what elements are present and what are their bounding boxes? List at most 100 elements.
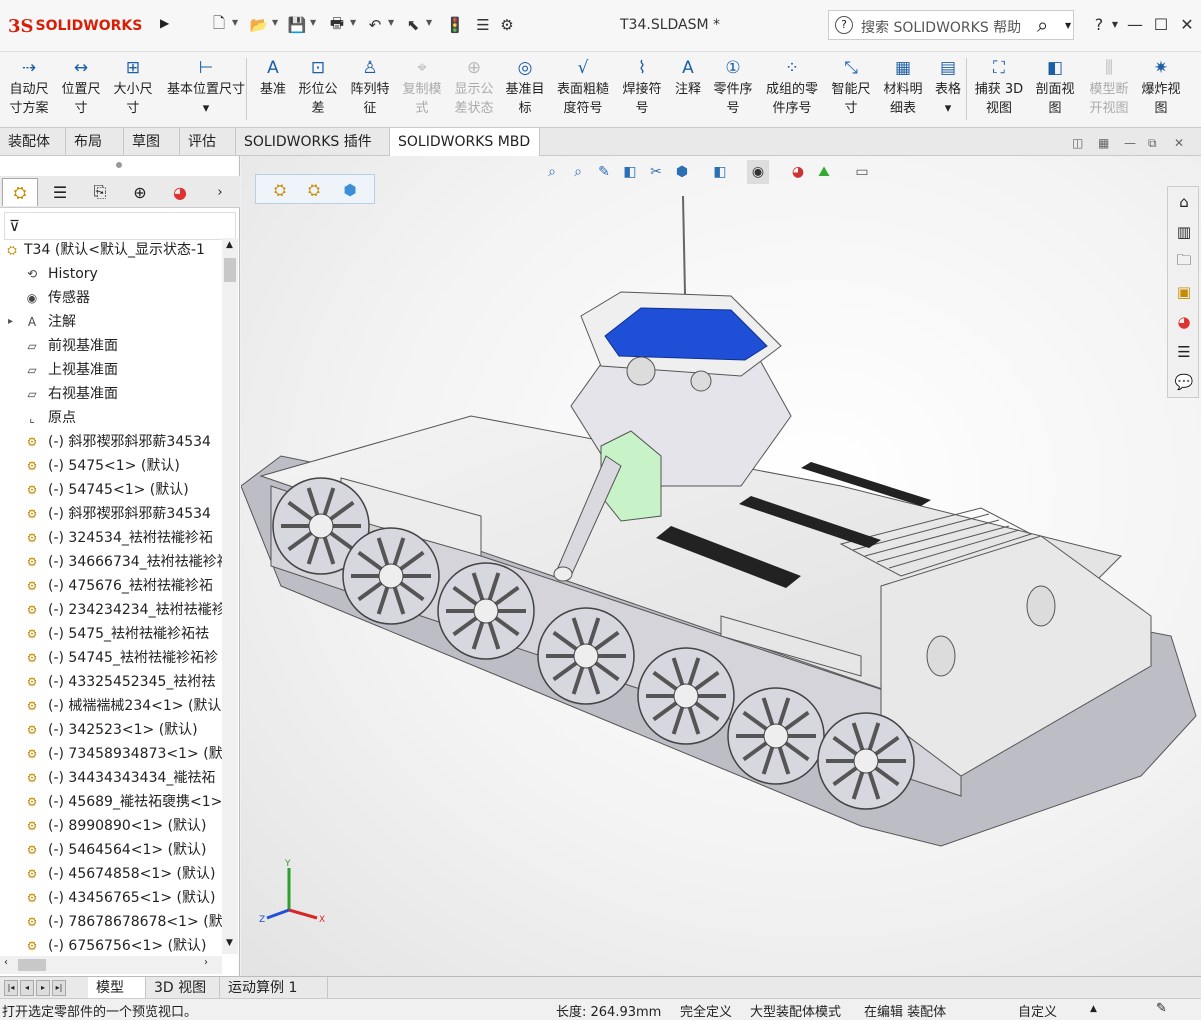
cmd-stacked-balloon-button[interactable]: ⁘ 成组的零 件序号 <box>760 56 824 122</box>
quick-tips-icon[interactable]: ✎ <box>1156 1001 1167 1016</box>
tree-item[interactable]: ⚙ (-) 械褍褍械234<1> (默认 <box>0 694 222 718</box>
tree-item[interactable]: ▱ 上视基准面 <box>0 358 222 382</box>
close-button[interactable]: ✕ <box>1176 14 1198 36</box>
search-dropdown-icon[interactable]: ▼ <box>1065 21 1071 30</box>
cmd-show-tolerance-status-button[interactable]: ⊕ 显示公 差状态 <box>450 56 498 122</box>
cmd-datum-button[interactable]: A 基准 <box>254 56 292 122</box>
tree-item[interactable]: ⚙ (-) 6756756<1> (默认) <box>0 934 222 954</box>
tree-item[interactable]: ▸ A 注解 <box>0 310 222 334</box>
tab-layout[interactable]: 布局 <box>66 128 124 156</box>
tree-item[interactable]: ⚙ (-) 5475_袪袝祛褦袗祏祛 <box>0 622 222 646</box>
cmd-explode-view-button[interactable]: ✷ 爆炸视图 <box>1136 56 1186 122</box>
cmd-weld-symbol-button[interactable]: ⌇ 焊接符号 <box>616 56 668 122</box>
maximize-button[interactable]: ☐ <box>1150 14 1172 36</box>
cmd-balloon-button[interactable]: ① 零件序号 <box>708 56 758 122</box>
tree-filter-icon[interactable]: ⊽ <box>4 212 236 240</box>
tree-item[interactable]: ⚙ (-) 54745_袪袝祛褦袗祏袗 <box>0 646 222 670</box>
cmd-surface-finish-button[interactable]: √ 表面粗糙 度符号 <box>552 56 614 122</box>
scroll-up-icon[interactable]: ▲ <box>226 240 233 250</box>
cascade-document-icon[interactable]: ⧉ <box>1148 136 1157 151</box>
solidworks-logo[interactable]: 3S SOLIDWORKS <box>8 10 156 42</box>
units-dropdown-icon[interactable]: ▲ <box>1090 1004 1097 1014</box>
cmd-model-break-view-button[interactable]: ⫼ 模型断 开视图 <box>1084 56 1134 122</box>
tree-item[interactable]: ⚙ (-) 34434343434_褦祛祏 <box>0 766 222 790</box>
cmd-basic-location-dimension-button[interactable]: ⊢ 基本位置尺寸 ▾ <box>162 56 250 122</box>
prev-tab-icon[interactable]: ◂ <box>20 980 34 996</box>
tree-item[interactable]: ⚙ (-) 8990890<1> (默认) <box>0 814 222 838</box>
tree-item[interactable]: ⚙ (-) 45689_褦祛祏褏携<1> <box>0 790 222 814</box>
tree-item[interactable]: ⌞ 原点 <box>0 406 222 430</box>
options-icon[interactable]: ⚙ <box>496 14 518 36</box>
last-tab-icon[interactable]: ▸| <box>52 980 66 996</box>
tree-horizontal-scrollbar[interactable]: ‹ › <box>0 956 222 974</box>
tile-grid-icon[interactable]: ▦ <box>1098 136 1109 150</box>
tab-sketch[interactable]: 草图 <box>124 128 180 156</box>
select-icon[interactable]: ⬉ <box>402 14 424 36</box>
expand-arrow-icon[interactable]: ▸ <box>8 310 13 334</box>
tile-viewport-icon[interactable]: ◫ <box>1072 136 1083 150</box>
tree-item[interactable]: ⚙ (-) 43456765<1> (默认) <box>0 886 222 910</box>
cmd-auto-dimension-button[interactable]: ⇢ 自动尺 寸方案 <box>4 56 54 122</box>
panel-grip-handle[interactable] <box>116 162 122 168</box>
tab-evaluate[interactable]: 评估 <box>180 128 236 156</box>
restore-document-icon[interactable]: — <box>1124 136 1136 150</box>
tab-assembly[interactable]: 装配体 <box>0 128 66 156</box>
cmd-copy-scheme-button[interactable]: ⌖ 复制模式 <box>398 56 446 122</box>
tree-item[interactable]: ⚙ (-) 45674858<1> (默认) <box>0 862 222 886</box>
panel-tabs-more-icon[interactable]: › <box>208 178 232 206</box>
tree-item[interactable]: ⚙ (-) 475676_袪袝祛褦袗祏 <box>0 574 222 598</box>
save-icon[interactable]: 💾 <box>286 14 308 36</box>
tree-item[interactable]: ⚙ (-) 234234234_袪袝祛褦袗 <box>0 598 222 622</box>
save-dropdown-icon[interactable]: ▼ <box>310 18 316 27</box>
dimxpert-manager-tab-icon[interactable]: ⊕ <box>122 178 158 206</box>
tree-root[interactable]: ⛭ T34 (默认<默认_显示状态-1 <box>0 238 222 262</box>
rebuild-icon[interactable]: 🚦 <box>444 14 466 36</box>
graphics-area[interactable]: ⛭ ⛭ ⬢ ⌕ ⌕ ✎ ◧ ✂ ⬢ ◧ ◉ ◕ ⛰ ▭ ⌂ ▥ 🗀 ▣ ◕ ☰ … <box>241 156 1201 976</box>
property-manager-tab-icon[interactable]: ☰ <box>42 178 78 206</box>
tab-3d-view[interactable]: 3D 视图 <box>146 977 220 999</box>
tank-3d-model[interactable] <box>241 156 1201 976</box>
tree-item[interactable]: ⚙ (-) 斜邪禊邪斜邪薪34534 <box>0 502 222 526</box>
select-dropdown-icon[interactable]: ▼ <box>426 18 432 27</box>
cmd-location-dimension-button[interactable]: ↔ 位置尺寸 <box>56 56 106 122</box>
tab-model[interactable]: 模型 <box>88 977 146 999</box>
feature-manager-tab-icon[interactable]: ⛭ <box>2 178 38 206</box>
undo-dropdown-icon[interactable]: ▼ <box>388 18 394 27</box>
open-document-icon[interactable]: 📂 <box>248 14 270 36</box>
menu-expand-arrow-icon[interactable]: ▶ <box>160 16 172 34</box>
tab-solidworks-mbd[interactable]: SOLIDWORKS MBD <box>390 128 540 156</box>
print-icon[interactable]: 🖶 <box>326 14 348 36</box>
cmd-capture-3d-view-button[interactable]: ⛶ 捕获 3D 视图 <box>972 56 1026 122</box>
new-document-icon[interactable]: 🗋 <box>208 14 230 36</box>
cmd-section-view-button[interactable]: ◧ 剖面视图 <box>1030 56 1080 122</box>
cmd-note-button[interactable]: A 注释 <box>670 56 706 122</box>
cmd-bill-of-materials-button[interactable]: ▦ 材料明 细表 <box>878 56 928 122</box>
tree-item[interactable]: ◉ 传感器 <box>0 286 222 310</box>
scroll-left-icon[interactable]: ‹ <box>4 957 8 968</box>
tree-item[interactable]: ⚙ (-) 342523<1> (默认) <box>0 718 222 742</box>
tree-item[interactable]: ⚙ (-) 54745<1> (默认) <box>0 478 222 502</box>
file-properties-icon[interactable]: ☰ <box>472 14 494 36</box>
tree-item[interactable]: ⚙ (-) 324534_袪袝祛褦袗祏 <box>0 526 222 550</box>
first-tab-icon[interactable]: |◂ <box>4 980 18 996</box>
cmd-datum-target-button[interactable]: ◎ 基准目标 <box>500 56 550 122</box>
next-tab-icon[interactable]: ▸ <box>36 980 50 996</box>
minimize-button[interactable]: — <box>1124 14 1146 36</box>
display-manager-tab-icon[interactable]: ◕ <box>162 178 198 206</box>
tree-item[interactable]: ⚙ (-) 78678678678<1> (默 <box>0 910 222 934</box>
cmd-table-button[interactable]: ▤ 表格 ▾ <box>928 56 968 122</box>
cmd-smart-dimension-button[interactable]: ⤡ 智能尺寸 <box>826 56 876 122</box>
cmd-size-dimension-button[interactable]: ⊞ 大小尺寸 <box>108 56 158 122</box>
cmd-pattern-feature-button[interactable]: ♙ 阵列特征 <box>344 56 396 122</box>
cmd-geometric-tolerance-button[interactable]: ⊡ 形位公差 <box>294 56 342 122</box>
tree-scroll-thumb[interactable] <box>224 258 236 282</box>
tree-vertical-scrollbar[interactable]: ▲ ▼ <box>222 238 238 954</box>
scroll-right-icon[interactable]: › <box>204 957 208 968</box>
tree-item[interactable]: ⚙ (-) 43325452345_袪袝祛 <box>0 670 222 694</box>
tab-solidworks-addins[interactable]: SOLIDWORKS 插件 <box>236 128 390 156</box>
configuration-manager-tab-icon[interactable]: ⎘ <box>82 178 118 206</box>
tree-item[interactable]: ⚙ (-) 73458934873<1> (默 <box>0 742 222 766</box>
tree-item[interactable]: ⚙ (-) 5475<1> (默认) <box>0 454 222 478</box>
new-document-dropdown-icon[interactable]: ▼ <box>232 18 238 27</box>
tree-item[interactable]: ▱ 前视基准面 <box>0 334 222 358</box>
